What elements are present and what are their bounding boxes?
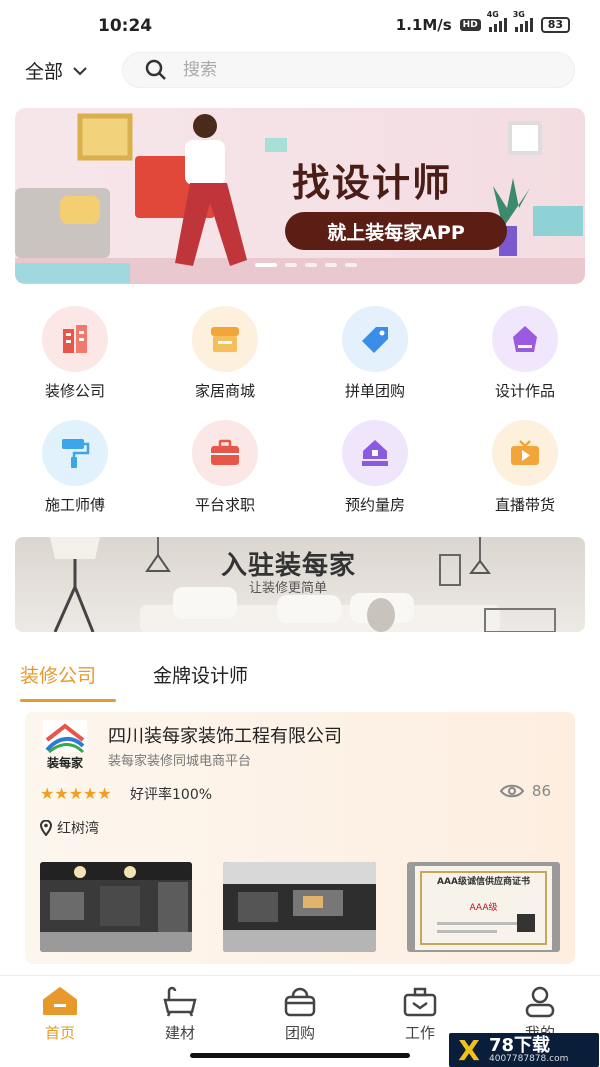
user-icon — [525, 986, 555, 1018]
net-3g-label: 3G — [512, 10, 525, 19]
home-indicator — [190, 1053, 410, 1058]
banner-headline: 找设计师 — [292, 161, 453, 205]
join-banner[interactable]: 入驻装每家 让装修更简单 — [15, 537, 585, 632]
top-bar: 全部 — [0, 52, 600, 92]
location-pin-icon — [40, 820, 52, 836]
category-item-decoration-company[interactable]: 装修公司 — [0, 306, 150, 402]
store-icon — [192, 306, 258, 372]
company-name: 四川装每家装饰工程有限公司 — [108, 726, 342, 747]
eye-icon — [499, 784, 524, 798]
category-item-home-mall[interactable]: 家居商城 — [150, 306, 300, 402]
category-item-live-shopping[interactable]: 直播带货 — [450, 420, 600, 516]
battery-icon: 83 — [540, 17, 570, 33]
signal-4g-icon: 4G — [487, 10, 507, 32]
pen-nib-icon — [492, 306, 558, 372]
search-icon — [145, 59, 166, 80]
watermark-logo: X — [458, 1033, 480, 1067]
company-logo: 装每家 — [39, 720, 91, 770]
hd-badge: HD — [459, 19, 481, 31]
category-label: 直播带货 — [494, 496, 555, 514]
chevron-down-icon — [73, 66, 87, 75]
rating-stars: ★★★★★ — [40, 784, 112, 803]
signal-3g-icon: 3G — [513, 10, 533, 32]
view-count-value: 86 — [531, 782, 551, 800]
category-label: 家居商城 — [194, 382, 255, 400]
list-tabs: 装修公司 金牌设计师 — [0, 655, 600, 705]
briefcase-icon — [192, 420, 258, 486]
location-text: 红树湾 — [57, 821, 99, 837]
site-watermark: X 78下载 4007787878.com — [449, 1033, 599, 1067]
basket-icon — [284, 987, 316, 1017]
rating-text: 好评率100% — [130, 787, 213, 803]
category-label: 全部 — [25, 61, 64, 83]
category-item-group-buy[interactable]: 拼单团购 — [300, 306, 450, 402]
photo-showroom[interactable] — [223, 862, 376, 952]
tag-icon — [342, 306, 408, 372]
hero-banner[interactable]: 找设计师 就上装每家APP — [15, 108, 585, 284]
active-tab-indicator — [20, 699, 116, 702]
category-label: 拼单团购 — [344, 382, 405, 400]
tv-play-icon — [492, 420, 558, 486]
building-icon — [42, 306, 108, 372]
nav-label: 建材 — [164, 1024, 195, 1042]
nav-label: 团购 — [284, 1024, 315, 1042]
category-label: 设计作品 — [494, 382, 555, 400]
nav-home[interactable]: 首页 — [20, 986, 100, 1043]
category-item-workers[interactable]: 施工师傅 — [0, 420, 150, 516]
carousel-indicator — [255, 263, 357, 267]
promo-subtitle: 让装修更简单 — [249, 581, 328, 596]
category-label: 平台求职 — [194, 496, 255, 514]
photo-certificate[interactable]: AAA级诚信供应商证书 AAA级 — [407, 862, 560, 952]
nav-group-buy[interactable]: 团购 — [260, 986, 340, 1043]
category-item-measure-booking[interactable]: 预约量房 — [300, 420, 450, 516]
category-label: 装修公司 — [44, 382, 105, 400]
paint-roller-icon — [42, 420, 108, 486]
tab-decoration-company[interactable]: 装修公司 — [20, 661, 96, 688]
category-grid: 装修公司 家居商城 拼单团购 设计作品 施工师傅 平台求职 预约量房 直播带货 — [0, 306, 600, 516]
photo-lobby[interactable] — [40, 862, 192, 952]
logo-text: 装每家 — [46, 756, 83, 770]
category-item-jobs[interactable]: 平台求职 — [150, 420, 300, 516]
search-bar[interactable] — [122, 52, 575, 88]
company-card[interactable]: 装每家 四川装每家装饰工程有限公司 装每家装修同城电商平台 ★★★★★ 好评率1… — [25, 712, 575, 964]
category-dropdown[interactable]: 全部 — [25, 57, 87, 84]
nav-label: 首页 — [44, 1024, 75, 1042]
category-item-design-works[interactable]: 设计作品 — [450, 306, 600, 402]
house-measure-icon — [342, 420, 408, 486]
briefcase-icon — [403, 987, 437, 1017]
network-speed: 1.1M/s — [395, 16, 452, 34]
status-time: 10:24 — [98, 16, 153, 36]
banner-cta[interactable]: 就上装每家APP — [285, 212, 507, 250]
status-bar: 10:24 1.1M/s HD 4G 3G 83 — [0, 0, 600, 52]
bathtub-icon — [163, 986, 197, 1017]
nav-work[interactable]: 工作 — [380, 986, 460, 1043]
company-location: 红树湾 — [40, 818, 99, 838]
status-indicators: 1.1M/s HD 4G 3G 83 — [395, 10, 570, 34]
search-input[interactable] — [183, 60, 543, 80]
view-count: 86 — [499, 782, 551, 800]
nav-label: 工作 — [404, 1024, 435, 1042]
category-label: 预约量房 — [344, 496, 405, 514]
watermark-url: 4007787878.com — [489, 1053, 569, 1064]
certificate-grade: AAA级 — [469, 903, 498, 913]
category-label: 施工师傅 — [44, 496, 105, 514]
nav-materials[interactable]: 建材 — [140, 986, 220, 1043]
home-icon — [43, 987, 77, 1015]
tab-gold-designer[interactable]: 金牌设计师 — [153, 661, 248, 688]
certificate-title: AAA级诚信供应商证书 — [437, 877, 530, 887]
watermark-name: 78下载 — [489, 1034, 551, 1056]
company-photos: AAA级诚信供应商证书 AAA级 — [40, 862, 560, 952]
company-tagline: 装每家装修同城电商平台 — [108, 754, 252, 769]
net-4g-label: 4G — [486, 10, 499, 19]
